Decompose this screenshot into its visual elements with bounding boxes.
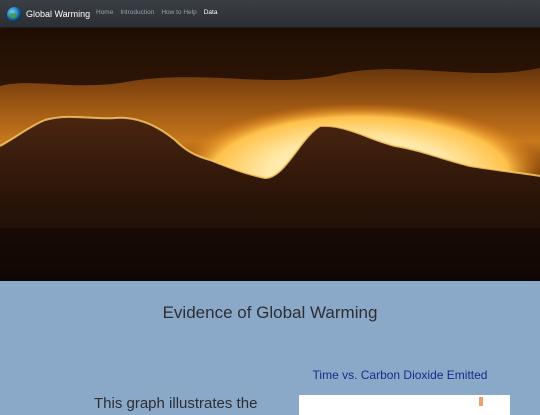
main-content: Evidence of Global Warming Time vs. Carb… [0, 281, 540, 415]
nav-links: Home Introduction How to Help Data [96, 9, 224, 16]
nav-link-data[interactable]: Data [204, 9, 218, 16]
globe-icon [7, 6, 22, 22]
nav-link-home[interactable]: Home [96, 9, 113, 16]
page-heading: Evidence of Global Warming [162, 303, 378, 322]
nav-link-introduction[interactable]: Introduction [120, 9, 154, 16]
hero-sunset-graphic [0, 28, 540, 281]
navbar: Global Warming Home Introduction How to … [0, 0, 540, 28]
graph-title: Time vs. Carbon Dioxide Emitted [312, 368, 488, 382]
co2-graph-image [299, 395, 510, 415]
brand[interactable]: Global Warming [7, 5, 90, 23]
graph-description: This graph illustrates the [94, 395, 258, 412]
nav-link-how-to-help[interactable]: How to Help [161, 9, 196, 16]
hero-image-sunset-clouds [0, 28, 540, 281]
brand-text: Global Warming [26, 9, 91, 19]
